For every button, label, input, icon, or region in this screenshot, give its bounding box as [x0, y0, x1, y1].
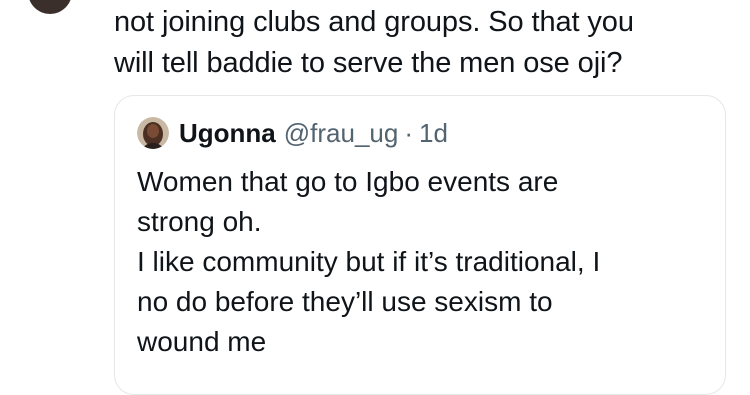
- author-avatar[interactable]: [28, 0, 72, 14]
- quoted-tweet-text: Women that go to Igbo events are strong …: [137, 166, 601, 357]
- quoted-tweet-time[interactable]: 1d: [419, 118, 448, 149]
- separator-dot: ·: [404, 117, 414, 148]
- tweet-text: not joining clubs and groups. So that yo…: [114, 6, 634, 79]
- quoted-tweet-header: Ugonna @frau_ug · 1d: [137, 116, 448, 150]
- quoted-author-handle[interactable]: @frau_ug: [284, 118, 399, 149]
- quoted-author-name[interactable]: Ugonna: [179, 118, 276, 149]
- quoted-author-avatar[interactable]: [137, 117, 169, 149]
- quoted-tweet-card[interactable]: Ugonna @frau_ug · 1d Women that go to Ig…: [114, 95, 726, 395]
